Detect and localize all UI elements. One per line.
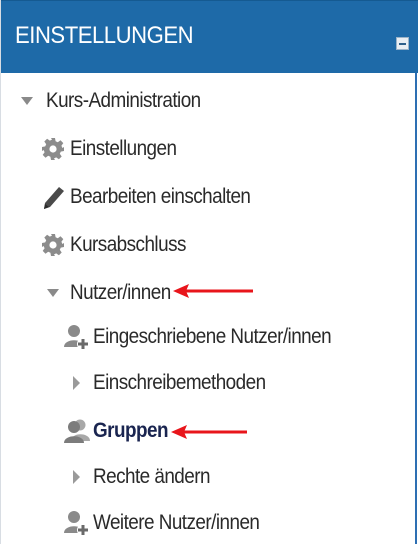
tree-item-label: Gruppen <box>93 419 169 442</box>
tree-item-other-users[interactable]: Weitere Nutzer/innen <box>64 506 278 540</box>
tree-item-users[interactable]: Nutzer/innen <box>47 276 182 310</box>
tree-item-label: Nutzer/innen <box>70 281 171 304</box>
gear-icon <box>40 231 66 259</box>
block-header: EINSTELLUNGEN <box>1 0 418 73</box>
tree-item-permissions[interactable]: Rechte ändern <box>73 460 223 494</box>
tree-item-label: Einstellungen <box>70 137 177 160</box>
triangle-down-icon <box>47 289 59 297</box>
tree-item-label: Kursabschluss <box>70 233 186 256</box>
red-arrow-icon <box>171 425 247 439</box>
block-title: EINSTELLUNGEN <box>15 22 194 49</box>
tree-item-settings[interactable]: Einstellungen <box>40 132 188 166</box>
tree-item-course-admin[interactable]: Kurs-Administration <box>21 84 218 118</box>
tree-item-label: Bearbeiten einschalten <box>70 185 251 208</box>
tree-item-enrolled-users[interactable]: Eingeschriebene Nutzer/innen <box>64 320 358 354</box>
tree-item-groups[interactable]: Gruppen <box>64 414 176 448</box>
tree-item-enrol-methods[interactable]: Einschreibemethoden <box>73 366 285 400</box>
minus-box-icon[interactable] <box>396 37 409 50</box>
triangle-down-icon <box>21 97 33 105</box>
tree-item-label: Weitere Nutzer/innen <box>93 511 260 534</box>
gear-icon <box>40 135 66 163</box>
settings-block: EINSTELLUNGEN Kurs-Administration Einste… <box>0 0 418 544</box>
tree-item-label: Eingeschriebene Nutzer/innen <box>93 325 332 348</box>
pencil-icon <box>40 183 66 211</box>
tree-item-label: Einschreibemethoden <box>93 371 266 394</box>
triangle-right-icon <box>73 376 80 390</box>
user-add-icon <box>64 509 90 537</box>
tree-item-label: Rechte ändern <box>93 465 211 488</box>
user-add-icon <box>64 323 90 351</box>
red-arrow-icon <box>173 284 253 298</box>
tree-item-edit-on[interactable]: Bearbeiten einschalten <box>40 180 270 214</box>
tree-item-completion[interactable]: Kursabschluss <box>40 228 199 262</box>
group-icon <box>64 417 90 445</box>
tree-item-label: Kurs-Administration <box>46 89 201 112</box>
triangle-right-icon <box>73 470 80 484</box>
